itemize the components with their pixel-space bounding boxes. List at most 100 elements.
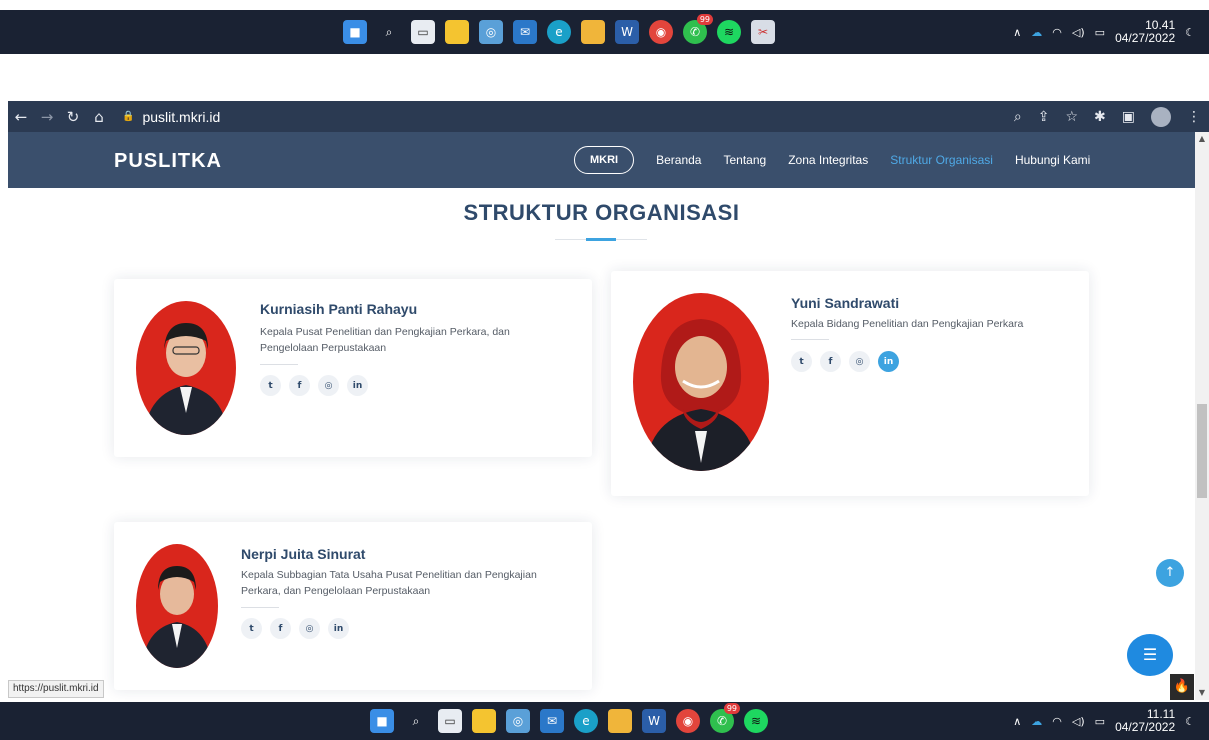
site-logo[interactable]: PUSLITKA [114, 150, 222, 173]
page-scrollbar[interactable]: ▲ ▼ [1195, 132, 1209, 700]
back-to-top-button[interactable]: ↑ [1156, 559, 1184, 587]
member-role: Kepala Pusat Penelitian dan Pengkajian P… [260, 326, 510, 354]
chrome-icon[interactable]: ◉ [676, 709, 700, 733]
member-socials: t f ◎ in [791, 351, 899, 372]
word-icon[interactable]: W [615, 20, 639, 44]
lock-icon: 🔒 [122, 111, 135, 122]
twitter-icon[interactable]: t [241, 618, 262, 639]
facebook-icon[interactable]: f [820, 351, 841, 372]
member-photo [136, 544, 218, 668]
spotify-icon[interactable]: ≋ [744, 709, 768, 733]
facebook-icon[interactable]: f [289, 375, 310, 396]
mail-icon[interactable]: ✉ [540, 709, 564, 733]
photos-icon[interactable]: ◎ [479, 20, 503, 44]
wifi-icon[interactable]: ◠ [1052, 715, 1062, 728]
taskbar-icons: ■ ⌕ ▭ ◎ ✉ e W ◉ ✆ 99 ≋ ✂ [343, 10, 775, 54]
edge-icon[interactable]: e [547, 20, 571, 44]
nav-link-struktur-organisasi[interactable]: Struktur Organisasi [890, 153, 993, 167]
member-photo [633, 293, 769, 471]
spotify-icon[interactable]: ≋ [717, 20, 741, 44]
linkedin-icon[interactable]: in [328, 618, 349, 639]
volume-icon[interactable]: ◁) [1072, 715, 1085, 728]
search-icon[interactable]: ⌕ [377, 20, 401, 44]
member-card: Nerpi Juita Sinurat Kepala Subbagian Tat… [114, 522, 592, 690]
chevron-up-icon[interactable]: ∧ [1013, 715, 1021, 728]
file-explorer-icon[interactable] [581, 20, 605, 44]
nav-link-hubungi-kami[interactable]: Hubungi Kami [1015, 153, 1090, 167]
member-divider [241, 607, 279, 608]
snipping-tool-icon[interactable]: ✂ [751, 20, 775, 44]
status-bar-url: https://puslit.mkri.id [8, 680, 104, 698]
onedrive-icon[interactable]: ☁ [1031, 715, 1042, 728]
whatsapp-badge: 99 [723, 703, 740, 714]
mkri-button[interactable]: MKRI [574, 146, 635, 174]
twitter-icon[interactable]: t [791, 351, 812, 372]
task-view-icon[interactable]: ▭ [411, 20, 435, 44]
instagram-icon[interactable]: ◎ [849, 351, 870, 372]
title-divider-accent [586, 238, 616, 241]
flame-icon[interactable]: 🔥 [1170, 674, 1194, 700]
member-name: Yuni Sandrawati [791, 295, 900, 311]
nav-link-beranda[interactable]: Beranda [656, 153, 701, 167]
task-view-icon[interactable]: ▭ [438, 709, 462, 733]
twitter-icon[interactable]: t [260, 375, 281, 396]
sidepanel-icon[interactable]: ▣ [1122, 109, 1135, 125]
browser-toolbar: ← → ↻ ⌂ 🔒 puslit.mkri.id ⌕ ⇪ ☆ ✱ ▣ ⋮ [8, 101, 1209, 132]
volume-icon[interactable]: ◁) [1072, 26, 1085, 39]
member-name: Kurniasih Panti Rahayu [260, 301, 418, 317]
reload-icon[interactable]: ↻ [60, 108, 86, 126]
wifi-icon[interactable]: ◠ [1052, 26, 1062, 39]
clock[interactable]: 11.11 04/27/2022 [1115, 708, 1175, 734]
arrow-up-icon: ↑ [1164, 565, 1176, 580]
nav-link-zona-integritas[interactable]: Zona Integritas [788, 153, 868, 167]
linkedin-icon[interactable]: in [347, 375, 368, 396]
moon-icon[interactable]: ☾ [1185, 715, 1195, 728]
clock-date: 04/27/2022 [1115, 31, 1176, 45]
bookmark-star-icon[interactable]: ☆ [1065, 109, 1078, 125]
back-icon[interactable]: ← [8, 108, 34, 126]
onedrive-icon[interactable]: ☁ [1031, 26, 1042, 39]
forward-icon[interactable]: → [34, 108, 60, 126]
facebook-icon[interactable]: f [270, 618, 291, 639]
chevron-up-icon[interactable]: ∧ [1013, 26, 1021, 39]
member-socials: t f ◎ in [260, 375, 368, 396]
edge-icon[interactable]: e [574, 709, 598, 733]
chat-button[interactable]: ☰ [1127, 634, 1173, 676]
whatsapp-icon[interactable]: ✆ 99 [710, 703, 740, 733]
battery-icon[interactable]: ▭ [1095, 26, 1105, 39]
file-explorer-icon[interactable] [608, 709, 632, 733]
browser-actions: ⌕ ⇪ ☆ ✱ ▣ ⋮ [1014, 101, 1201, 132]
word-icon[interactable]: W [642, 709, 666, 733]
scroll-thumb[interactable] [1197, 404, 1207, 498]
extensions-icon[interactable]: ✱ [1094, 109, 1106, 125]
clock[interactable]: 10.41 04/27/2022 [1115, 19, 1175, 45]
mail-icon[interactable]: ✉ [513, 20, 537, 44]
menu-dots-icon[interactable]: ⋮ [1187, 109, 1201, 125]
system-tray: ∧ ☁ ◠ ◁) ▭ 11.11 04/27/2022 ☾ [1013, 702, 1195, 740]
moon-icon[interactable]: ☾ [1185, 26, 1195, 39]
sticky-notes-icon[interactable] [472, 709, 496, 733]
photos-icon[interactable]: ◎ [506, 709, 530, 733]
url-text: puslit.mkri.id [142, 108, 221, 125]
sticky-notes-icon[interactable] [445, 20, 469, 44]
taskbar-top: ■ ⌕ ▭ ◎ ✉ e W ◉ ✆ 99 ≋ ✂ ∧ ☁ ◠ ◁) ▭ 10.41… [0, 10, 1209, 54]
windows-start-icon[interactable]: ■ [343, 20, 367, 44]
chrome-icon[interactable]: ◉ [649, 20, 673, 44]
scroll-down-icon[interactable]: ▼ [1195, 686, 1209, 700]
member-role: Kepala Bidang Penelitian dan Pengkajian … [791, 318, 1024, 330]
whatsapp-icon[interactable]: ✆ 99 [683, 14, 713, 44]
share-icon[interactable]: ⇪ [1038, 109, 1050, 125]
instagram-icon[interactable]: ◎ [299, 618, 320, 639]
profile-avatar[interactable] [1151, 106, 1171, 127]
search-icon[interactable]: ⌕ [404, 709, 428, 733]
address-bar[interactable]: 🔒 puslit.mkri.id [122, 109, 220, 125]
windows-start-icon[interactable]: ■ [370, 709, 394, 733]
scroll-up-icon[interactable]: ▲ [1195, 132, 1209, 146]
nav-link-tentang[interactable]: Tentang [723, 153, 766, 167]
linkedin-icon[interactable]: in [878, 351, 899, 372]
zoom-icon[interactable]: ⌕ [1014, 109, 1022, 125]
home-icon[interactable]: ⌂ [86, 108, 112, 126]
member-photo [136, 301, 236, 435]
battery-icon[interactable]: ▭ [1095, 715, 1105, 728]
instagram-icon[interactable]: ◎ [318, 375, 339, 396]
